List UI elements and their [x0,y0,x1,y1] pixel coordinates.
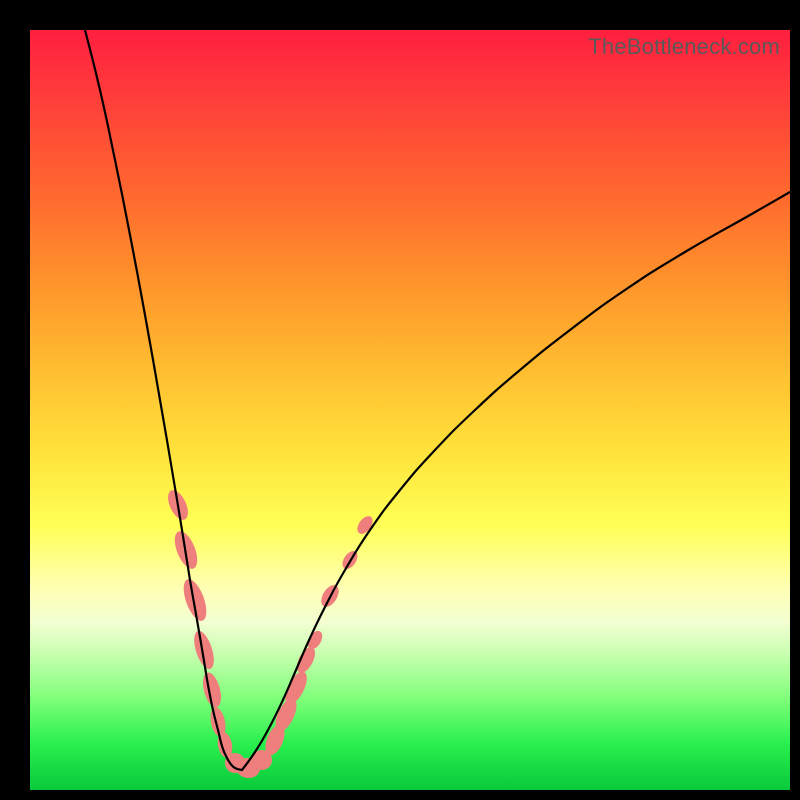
chart-frame: TheBottleneck.com [0,0,800,800]
left-curve [85,30,242,770]
data-marker [281,668,312,707]
markers-layer [164,487,376,779]
right-curve [242,192,790,770]
plot-area: TheBottleneck.com [30,30,790,790]
curve-layer [30,30,790,790]
data-marker [179,576,211,624]
